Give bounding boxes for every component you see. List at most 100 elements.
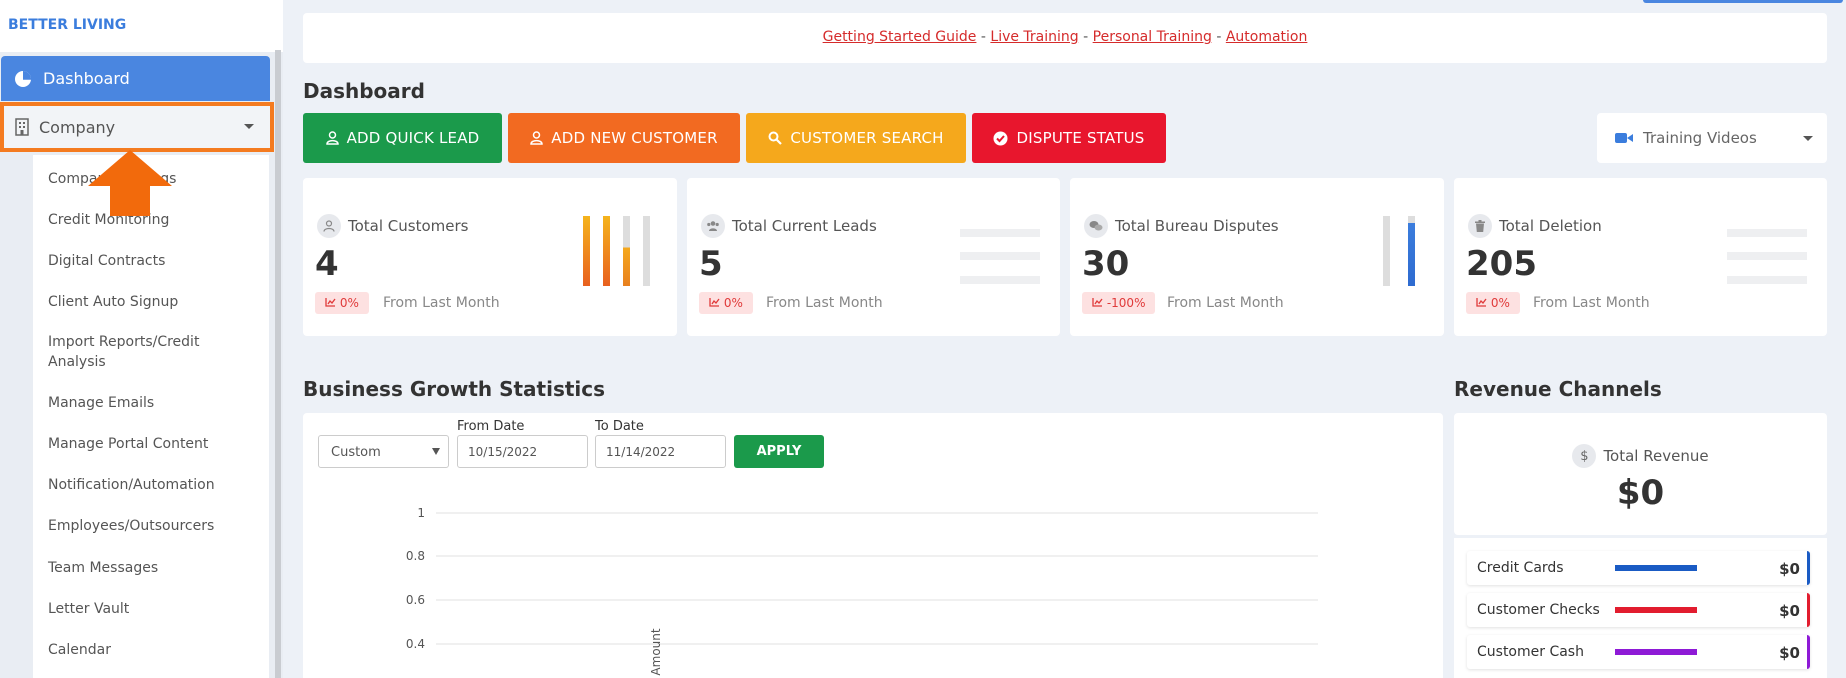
mini-bar — [1383, 216, 1390, 286]
growth-chart: 1 0.8 0.6 0.4 Amount — [406, 506, 1318, 676]
change-value: 0% — [339, 296, 359, 310]
mini-bar — [603, 216, 610, 286]
stat-value: 5 — [699, 244, 723, 284]
submenu-item[interactable]: Import Reports/Credit Analysis — [48, 332, 223, 372]
mini-line — [960, 276, 1040, 284]
top-links-bar: Getting Started Guide - Live Training - … — [303, 13, 1827, 63]
check-circle-icon — [993, 131, 1008, 145]
stat-card-total-deletion[interactable]: Total Deletion 205 0% From Last Month — [1454, 178, 1827, 336]
button-label: CUSTOMER SEARCH — [790, 129, 944, 147]
channel-bar — [1615, 565, 1697, 571]
submenu-item[interactable]: Team Messages — [48, 558, 248, 578]
channel-bar — [1615, 649, 1697, 655]
y-axis-label: Amount — [649, 628, 663, 675]
video-camera-icon — [1615, 133, 1633, 143]
trend-chart-icon — [1476, 298, 1487, 307]
add-quick-lead-button[interactable]: ADD QUICK LEAD — [303, 113, 502, 163]
sidebar-scrollbar[interactable] — [275, 50, 281, 678]
training-videos-dropdown[interactable]: Training Videos — [1597, 113, 1827, 163]
live-training-link[interactable]: Live Training — [990, 29, 1078, 45]
trend-chart-icon — [325, 298, 336, 307]
channel-name: Customer Checks — [1477, 602, 1600, 618]
select-value: Custom — [331, 445, 381, 460]
stat-card-total-bureau-disputes[interactable]: Total Bureau Disputes 30 -100% From Last… — [1070, 178, 1444, 336]
range-select[interactable]: Custom — [318, 435, 449, 468]
submenu-item[interactable]: Calendar — [48, 640, 248, 660]
from-date-label: From Date — [457, 419, 525, 434]
submenu-item[interactable]: Employees/Outsourcers — [48, 516, 248, 536]
total-revenue-label: $ Total Revenue — [1454, 444, 1827, 468]
comments-icon — [1084, 214, 1108, 238]
change-value: 0% — [723, 296, 743, 310]
submenu-item[interactable]: Manage Emails — [48, 393, 248, 413]
company-submenu: Company Settings Credit Monitoring Digit… — [33, 155, 269, 678]
apply-button[interactable]: APPLY — [734, 435, 824, 468]
stat-label-text: Total Current Leads — [732, 217, 877, 235]
pie-chart-icon — [15, 70, 31, 87]
building-icon — [15, 118, 29, 136]
stat-label: Total Current Leads — [701, 214, 877, 238]
y-tick: 1 — [417, 506, 425, 520]
revenue-row-customer-cash[interactable]: Customer Cash $0 — [1467, 635, 1810, 669]
revenue-row-credit-cards[interactable]: Credit Cards $0 — [1467, 551, 1810, 585]
add-new-customer-button[interactable]: ADD NEW CUSTOMER — [508, 113, 740, 163]
change-note: From Last Month — [383, 295, 500, 311]
user-icon — [317, 214, 341, 238]
trash-icon — [1468, 214, 1492, 238]
submenu-item[interactable]: Digital Contracts — [48, 251, 248, 271]
stat-label-text: Total Customers — [348, 217, 469, 235]
caret-down-icon — [432, 448, 440, 455]
change-note: From Last Month — [1533, 295, 1650, 311]
search-icon — [768, 131, 783, 145]
trend-chart-icon — [1092, 298, 1103, 307]
to-date-input[interactable]: 11/14/2022 — [595, 435, 726, 468]
revenue-row-customer-checks[interactable]: Customer Checks $0 — [1467, 593, 1810, 627]
top-accent-bar — [1643, 0, 1843, 3]
sidebar: BETTER LIVING Dashboard Company Company … — [0, 0, 283, 678]
stat-label: Total Deletion — [1468, 214, 1602, 238]
growth-title: Business Growth Statistics — [303, 377, 606, 401]
change-note: From Last Month — [1167, 295, 1284, 311]
stat-label-text: Total Bureau Disputes — [1115, 217, 1279, 235]
stat-card-total-customers[interactable]: Total Customers 4 0% From Last Month — [303, 178, 677, 336]
getting-started-link[interactable]: Getting Started Guide — [823, 29, 977, 45]
automation-link[interactable]: Automation — [1226, 29, 1308, 45]
channel-name: Customer Cash — [1477, 644, 1584, 660]
change-badge: 0% — [699, 292, 753, 314]
submenu-item[interactable]: Notification/Automation — [48, 475, 248, 495]
dollar-icon: $ — [1572, 444, 1597, 468]
dropdown-label: Training Videos — [1643, 129, 1757, 147]
button-label: ADD NEW CUSTOMER — [551, 129, 718, 147]
stat-label: Total Customers — [317, 214, 468, 238]
submenu-item[interactable]: Manage Portal Content — [48, 434, 248, 454]
sidebar-item-label: Dashboard — [43, 69, 130, 88]
user-icon — [530, 131, 544, 145]
channel-color-edge — [1807, 635, 1810, 669]
submenu-item[interactable]: Client Auto Signup — [48, 292, 248, 312]
total-revenue-label-text: Total Revenue — [1603, 447, 1709, 465]
revenue-title: Revenue Channels — [1454, 377, 1662, 401]
y-tick: 0.4 — [406, 637, 425, 651]
mini-line — [1727, 252, 1807, 260]
button-label: ADD QUICK LEAD — [346, 129, 480, 147]
customer-search-button[interactable]: CUSTOMER SEARCH — [746, 113, 966, 163]
stat-value: 205 — [1466, 244, 1537, 284]
mini-line — [1727, 276, 1807, 284]
sidebar-item-company[interactable]: Company — [0, 102, 274, 152]
sidebar-item-dashboard[interactable]: Dashboard — [1, 56, 270, 101]
dispute-status-button[interactable]: DISPUTE STATUS — [972, 113, 1166, 163]
channel-amount: $0 — [1779, 644, 1800, 662]
from-date-input[interactable]: 10/15/2022 — [457, 435, 588, 468]
mini-bar — [1408, 216, 1415, 286]
y-tick: 0.8 — [406, 549, 425, 563]
stat-label-text: Total Deletion — [1499, 217, 1602, 235]
brand-logo[interactable]: BETTER LIVING — [0, 0, 283, 52]
submenu-item[interactable]: Letter Vault — [48, 599, 248, 619]
channel-name: Credit Cards — [1477, 560, 1564, 576]
personal-training-link[interactable]: Personal Training — [1093, 29, 1212, 45]
change-badge: 0% — [1466, 292, 1520, 314]
mini-line — [1727, 229, 1807, 237]
mini-line — [960, 252, 1040, 260]
stat-value: 4 — [315, 244, 339, 284]
stat-card-total-current-leads[interactable]: Total Current Leads 5 0% From Last Month — [687, 178, 1060, 336]
